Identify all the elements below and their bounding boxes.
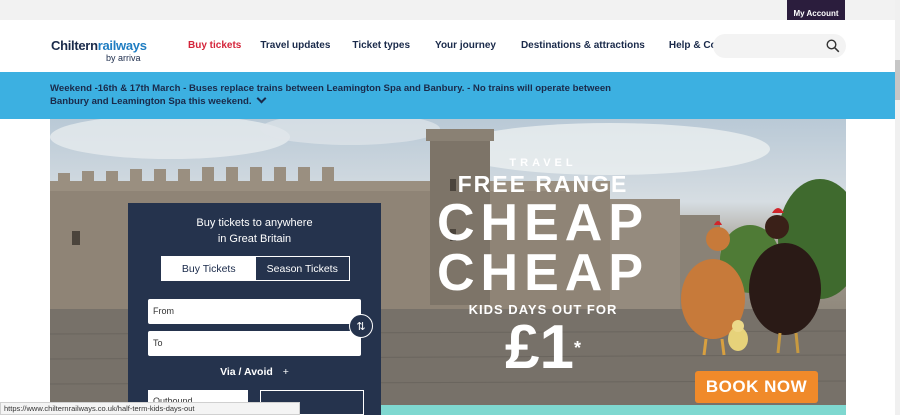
promo-asterisk: * [573, 338, 581, 358]
service-alert-banner[interactable]: Weekend -16th & 17th March - Buses repla… [0, 72, 895, 119]
search-icon[interactable] [826, 39, 840, 53]
nav-destinations-attractions[interactable]: Destinations & attractions [521, 40, 645, 51]
scrollbar-thumb[interactable] [895, 60, 900, 100]
nav-travel-updates[interactable]: Travel updates [260, 40, 330, 51]
chevron-down-icon[interactable] [256, 93, 266, 104]
panel-title: Buy tickets to anywhere in Great Britain [128, 215, 381, 247]
site-header: Chilternrailways by arriva Buy tickets T… [0, 20, 900, 72]
from-field[interactable]: From [148, 299, 361, 324]
ticket-type-toggle: Buy Tickets Season Tickets [161, 256, 350, 281]
promo-cheap-1: CHEAP [436, 194, 650, 252]
to-field[interactable]: To [148, 331, 361, 356]
nav-your-journey[interactable]: Your journey [435, 40, 496, 51]
status-url-bar: https://www.chilternrailways.co.uk/half-… [0, 402, 300, 415]
promo-headline: TRAVEL FREE RANGE CHEAP CHEAP KIDS DAYS … [408, 157, 678, 379]
tab-buy-tickets[interactable]: Buy Tickets [162, 257, 256, 280]
promo-cheap-2: CHEAP [436, 244, 650, 302]
main-nav: Buy tickets Travel updates Ticket types … [188, 40, 741, 51]
logo-part2: railways [97, 38, 147, 53]
logo-wordmark: Chilternrailways [51, 38, 147, 53]
panel-title-line-1: Buy tickets to anywhere [196, 217, 313, 229]
book-now-button[interactable]: BOOK NOW [695, 371, 818, 403]
via-avoid-label: Via / Avoid [220, 366, 273, 378]
top-utility-strip [0, 0, 900, 20]
chiltern-railways-logo[interactable]: Chilternrailways by arriva [51, 38, 147, 63]
ticket-search-panel: Buy tickets to anywhere in Great Britain… [128, 203, 381, 415]
logo-by-arriva: by arriva [106, 53, 141, 63]
tab-season-tickets[interactable]: Season Tickets [256, 257, 350, 280]
promo-price: £1 [505, 313, 574, 382]
search-input[interactable] [713, 34, 846, 58]
via-avoid-toggle[interactable]: Via / Avoid + [128, 366, 381, 378]
alert-text-wrap: Weekend -16th & 17th March - Buses repla… [50, 82, 640, 108]
nav-buy-tickets[interactable]: Buy tickets [188, 40, 241, 51]
teal-strip [380, 405, 846, 415]
logo-part1: Chiltern [51, 38, 98, 53]
swap-stations-icon[interactable]: ⇅ [349, 314, 373, 338]
panel-title-line-2: in Great Britain [217, 233, 292, 245]
promo-travel: TRAVEL [509, 157, 577, 169]
promo-price-wrap: £1* [408, 317, 678, 379]
nav-ticket-types[interactable]: Ticket types [352, 40, 410, 51]
plus-icon: + [282, 366, 289, 378]
alert-text: Weekend -16th & 17th March - Buses repla… [50, 83, 612, 107]
